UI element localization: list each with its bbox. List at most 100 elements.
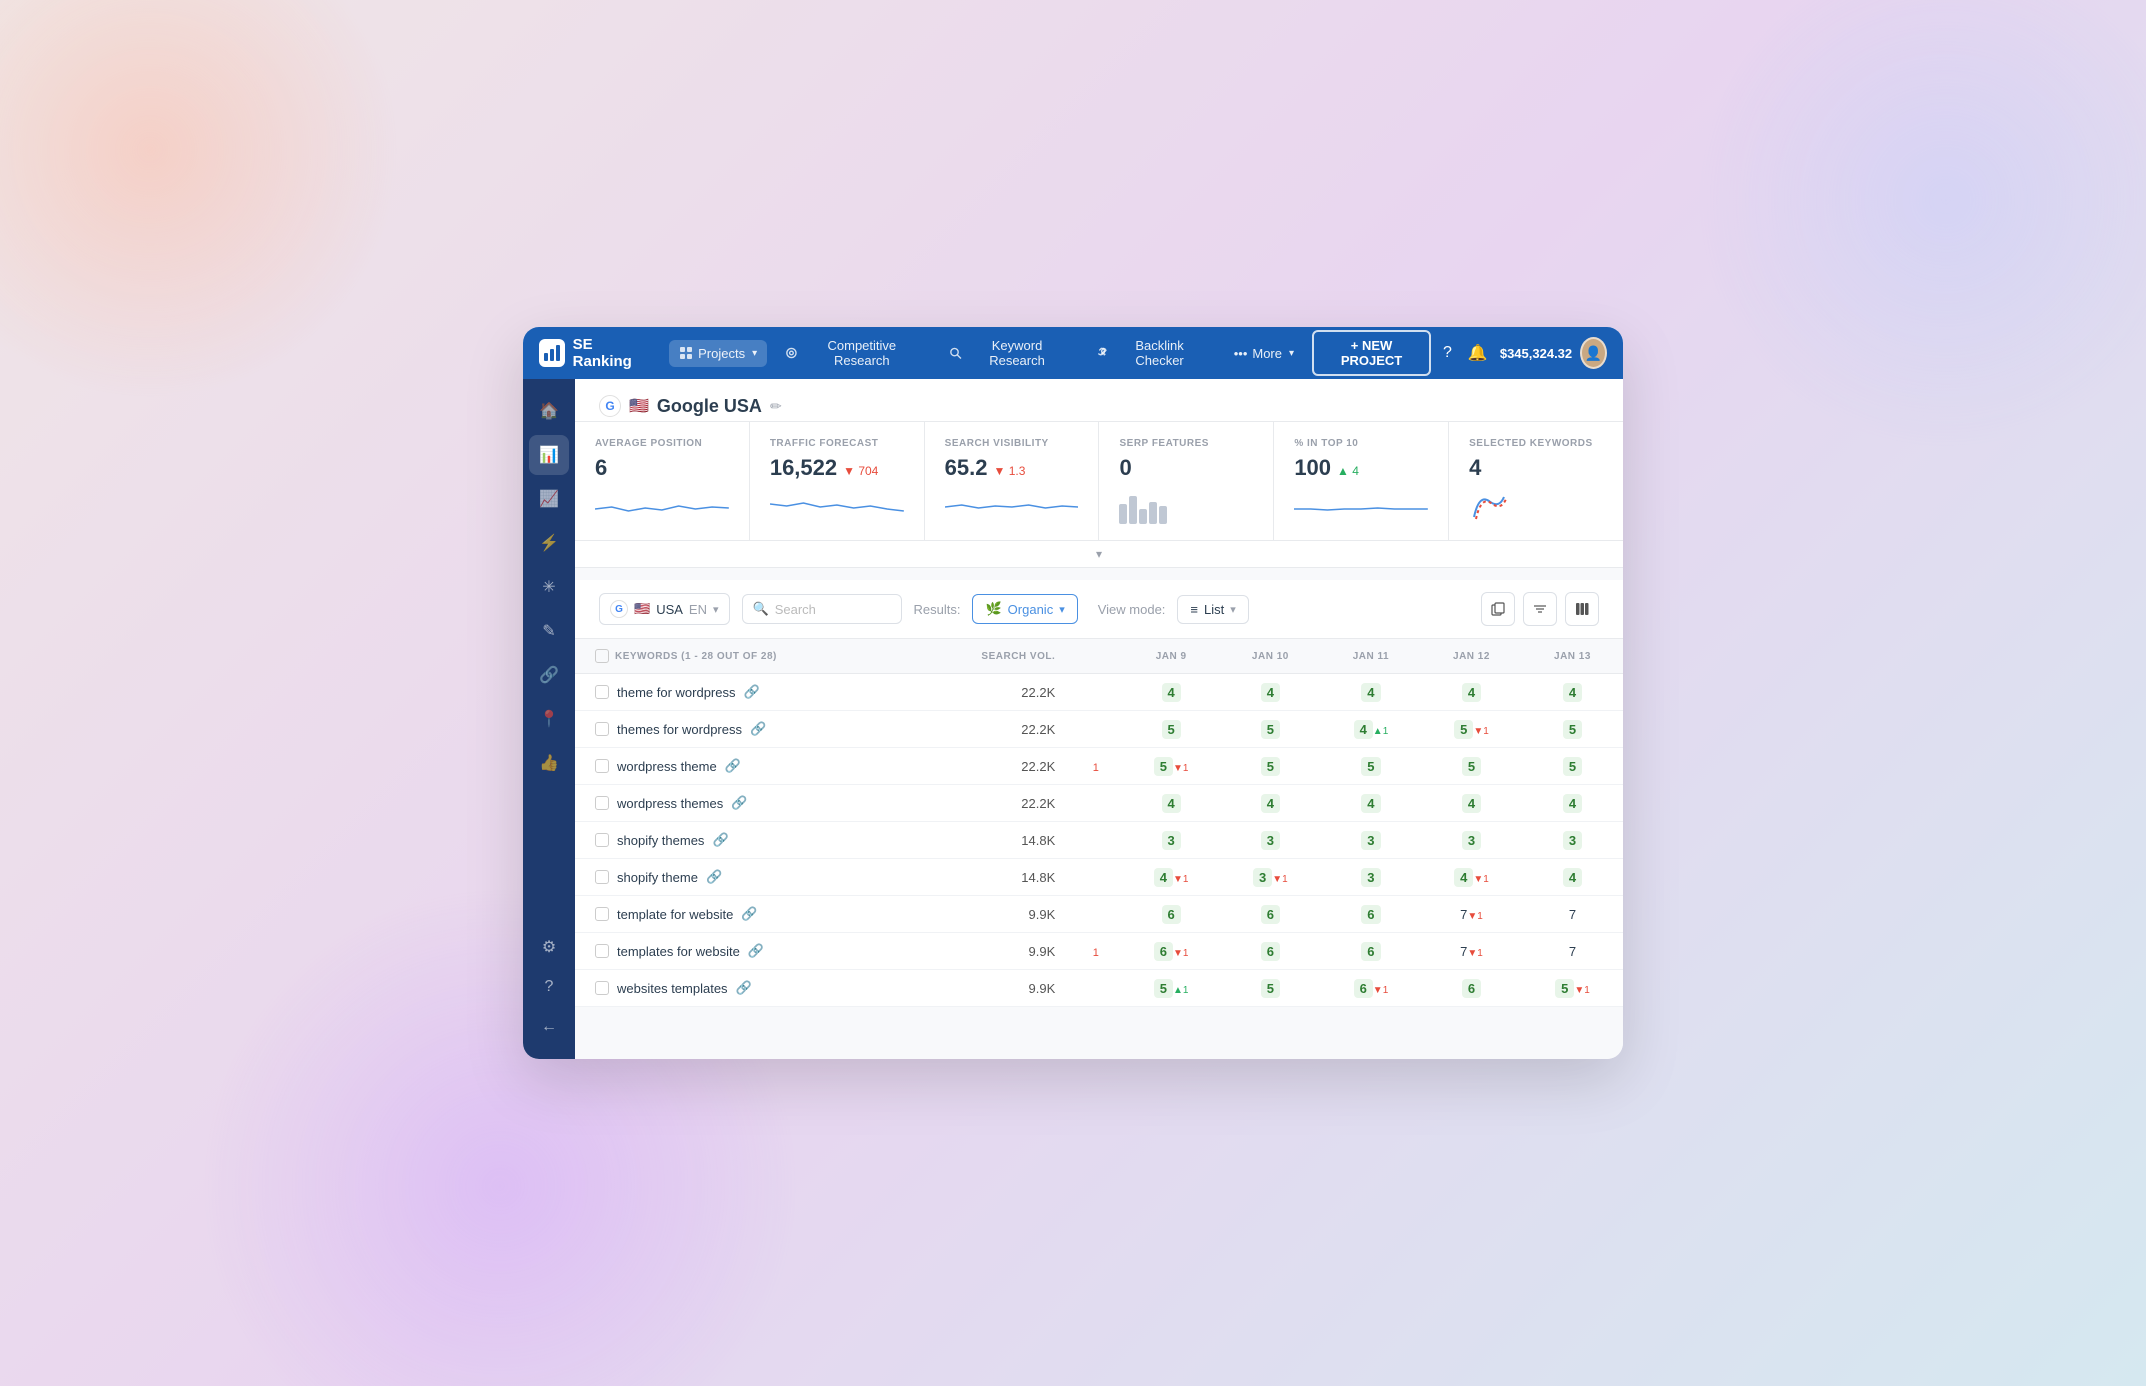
- table-row: templates for website 🔗 9.9K 1 6▼1 6 6 7…: [575, 933, 1623, 970]
- rank-cell: 4: [1220, 785, 1321, 822]
- keyword-cell: wordpress theme 🔗: [575, 748, 911, 785]
- keyword-link-icon[interactable]: 🔗: [712, 832, 728, 848]
- rank-cell: 4: [1421, 674, 1522, 711]
- sidebar-item-settings[interactable]: ⚙: [529, 927, 569, 967]
- keyword-link-icon[interactable]: 🔗: [736, 980, 752, 996]
- new-project-button[interactable]: + NEW PROJECT: [1312, 330, 1431, 376]
- rank-cell: 6▼1: [1122, 933, 1220, 970]
- row-checkbox[interactable]: [595, 796, 609, 810]
- brand-icon: [539, 339, 565, 367]
- rank-cell: 6: [1321, 896, 1421, 933]
- row-checkbox[interactable]: [595, 685, 609, 699]
- row-checkbox[interactable]: [595, 981, 609, 995]
- keyword-research-nav-button[interactable]: Keyword Research: [939, 332, 1078, 374]
- sidebar-item-local[interactable]: 📍: [529, 699, 569, 739]
- sidebar-item-reports[interactable]: 👍: [529, 743, 569, 783]
- keyword-search-box[interactable]: 🔍 Search: [742, 594, 902, 624]
- keyword-text: shopify theme: [617, 870, 698, 885]
- brand-logo: SE Ranking: [539, 336, 649, 370]
- help-button[interactable]: ?: [1439, 340, 1456, 366]
- row-checkbox[interactable]: [595, 870, 609, 884]
- rank-cell: 7: [1522, 896, 1623, 933]
- keyword-link-icon[interactable]: 🔗: [741, 906, 757, 922]
- search-vol-cell: 9.9K: [911, 896, 1069, 933]
- row-checkbox[interactable]: [595, 907, 609, 921]
- stat-card-traffic: TRAFFIC FORECAST 16,522 ▼ 704: [750, 422, 925, 540]
- rank-cell: 4▲1: [1321, 711, 1421, 748]
- rank-cell: 4: [1122, 785, 1220, 822]
- stat-card-avg-position: AVERAGE POSITION 6: [575, 422, 750, 540]
- country-flag: 🇺🇸: [629, 396, 649, 416]
- location-selector[interactable]: G 🇺🇸 USA EN ▾: [599, 593, 730, 625]
- keyword-cell: themes for wordpress 🔗: [575, 711, 911, 748]
- more-chevron-icon: ▾: [1289, 348, 1294, 359]
- search-vol-cell: 9.9K: [911, 970, 1069, 1007]
- table-row: wordpress theme 🔗 22.2K 1 5▼1 5 5 5 5: [575, 748, 1623, 785]
- keyword-link-icon[interactable]: 🔗: [731, 795, 747, 811]
- select-all-checkbox[interactable]: [595, 649, 609, 663]
- keyword-cell: templates for website 🔗: [575, 933, 911, 970]
- copy-button[interactable]: [1481, 592, 1515, 626]
- sidebar-item-audit[interactable]: ⚡: [529, 523, 569, 563]
- rank-cell: 4: [1522, 674, 1623, 711]
- backlink-checker-nav-button[interactable]: Backlink Checker: [1086, 332, 1216, 374]
- stat-chart-traffic: [770, 489, 904, 524]
- row-checkbox[interactable]: [595, 759, 609, 773]
- filter-bar: G 🇺🇸 USA EN ▾ 🔍 Search Results: 🌿 Organi…: [575, 580, 1623, 639]
- view-mode-selector[interactable]: ≡ List ▾: [1177, 595, 1248, 624]
- filter-button[interactable]: [1523, 592, 1557, 626]
- rank-cell: 3: [1122, 822, 1220, 859]
- viewmode-label: View mode:: [1098, 602, 1166, 617]
- stat-chart-keywords: [1469, 489, 1603, 524]
- keyword-cell: shopify theme 🔗: [575, 859, 911, 896]
- results-type-selector[interactable]: 🌿 Organic ▾: [972, 594, 1077, 624]
- row-checkbox[interactable]: [595, 833, 609, 847]
- user-avatar[interactable]: 👤: [1580, 337, 1607, 369]
- keyword-cell: shopify themes 🔗: [575, 822, 911, 859]
- keyword-text: websites templates: [617, 981, 728, 996]
- keyword-link-icon[interactable]: 🔗: [748, 943, 764, 959]
- sidebar-item-backlinks[interactable]: 🔗: [529, 655, 569, 695]
- keyword-link-icon[interactable]: 🔗: [725, 758, 741, 774]
- edit-title-icon[interactable]: ✏: [770, 398, 782, 415]
- competitive-research-nav-button[interactable]: Competitive Research: [775, 332, 931, 374]
- projects-nav-button[interactable]: Projects ▾: [669, 340, 767, 367]
- page-title: Google USA: [657, 396, 762, 417]
- columns-button[interactable]: [1565, 592, 1599, 626]
- rank-cell: 4▼1: [1122, 859, 1220, 896]
- keyword-link-icon[interactable]: 🔗: [750, 721, 766, 737]
- sidebar-item-help[interactable]: ?: [529, 967, 569, 1007]
- stat-label-keywords: SELECTED KEYWORDS: [1469, 438, 1603, 449]
- sidebar-item-rankings[interactable]: 📊: [529, 435, 569, 475]
- rank-cell: 3: [1321, 822, 1421, 859]
- sidebar-item-back[interactable]: ←: [529, 1007, 569, 1047]
- keyword-link-icon[interactable]: 🔗: [744, 684, 760, 700]
- th-keywords: KEYWORDS (1 - 28 OUT OF 28): [575, 639, 911, 674]
- notifications-button[interactable]: 🔔: [1464, 339, 1492, 367]
- rank-cell: 7▼1: [1421, 933, 1522, 970]
- stat-delta-visibility: ▼ 1.3: [993, 464, 1025, 478]
- rank-cell: 3: [1522, 822, 1623, 859]
- sidebar-item-pages[interactable]: ✎: [529, 611, 569, 651]
- rank-cell: 6: [1122, 896, 1220, 933]
- table-row: themes for wordpress 🔗 22.2K 5 5 4▲1 5▼1…: [575, 711, 1623, 748]
- row-checkbox[interactable]: [595, 722, 609, 736]
- serp-bar: [1149, 502, 1157, 524]
- stat-chart-top10: [1294, 489, 1428, 524]
- sidebar-item-analytics[interactable]: 📈: [529, 479, 569, 519]
- rank-cell: 5: [1220, 748, 1321, 785]
- expand-stats-button[interactable]: ▾: [575, 541, 1623, 568]
- table-row: shopify theme 🔗 14.8K 4▼1 3▼1 3 4▼1 4: [575, 859, 1623, 896]
- row-checkbox[interactable]: [595, 944, 609, 958]
- rank-cell: 4: [1522, 859, 1623, 896]
- more-nav-button[interactable]: ••• More ▾: [1224, 340, 1304, 367]
- keyword-text: wordpress theme: [617, 759, 717, 774]
- th-jan12: JAN 12: [1421, 639, 1522, 674]
- sidebar-item-home[interactable]: 🏠: [529, 391, 569, 431]
- keyword-link-icon[interactable]: 🔗: [706, 869, 722, 885]
- sidebar-item-keywords[interactable]: ✳: [529, 567, 569, 607]
- rank-cell: 6: [1220, 933, 1321, 970]
- rank-cell: 5: [1522, 711, 1623, 748]
- nav-right-section: + NEW PROJECT ? 🔔 $345,324.32 👤: [1312, 330, 1607, 376]
- prev-cell: [1069, 970, 1122, 1007]
